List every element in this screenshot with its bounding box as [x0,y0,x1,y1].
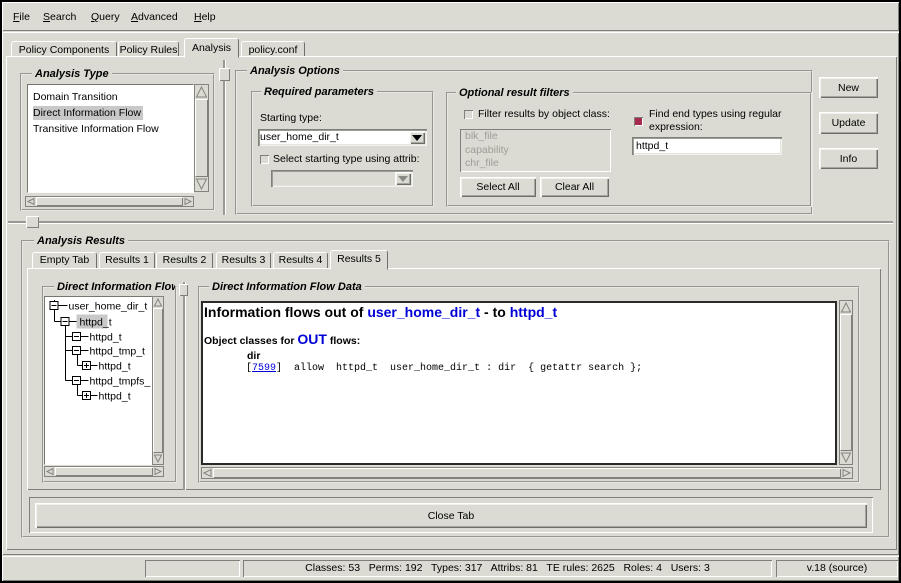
svg-text:httpd_t: httpd_t [99,361,131,373]
svg-text:httpd_t: httpd_t [80,317,112,329]
svg-text:user_home_dir_t: user_home_dir_t [69,301,148,313]
svg-text:httpd_tmpfs_: httpd_tmpfs_ [90,376,151,388]
svg-text:httpd_t: httpd_t [99,391,131,403]
svg-text:httpd_t: httpd_t [90,332,122,344]
svg-text:httpd_tmp_t: httpd_tmp_t [90,346,146,358]
